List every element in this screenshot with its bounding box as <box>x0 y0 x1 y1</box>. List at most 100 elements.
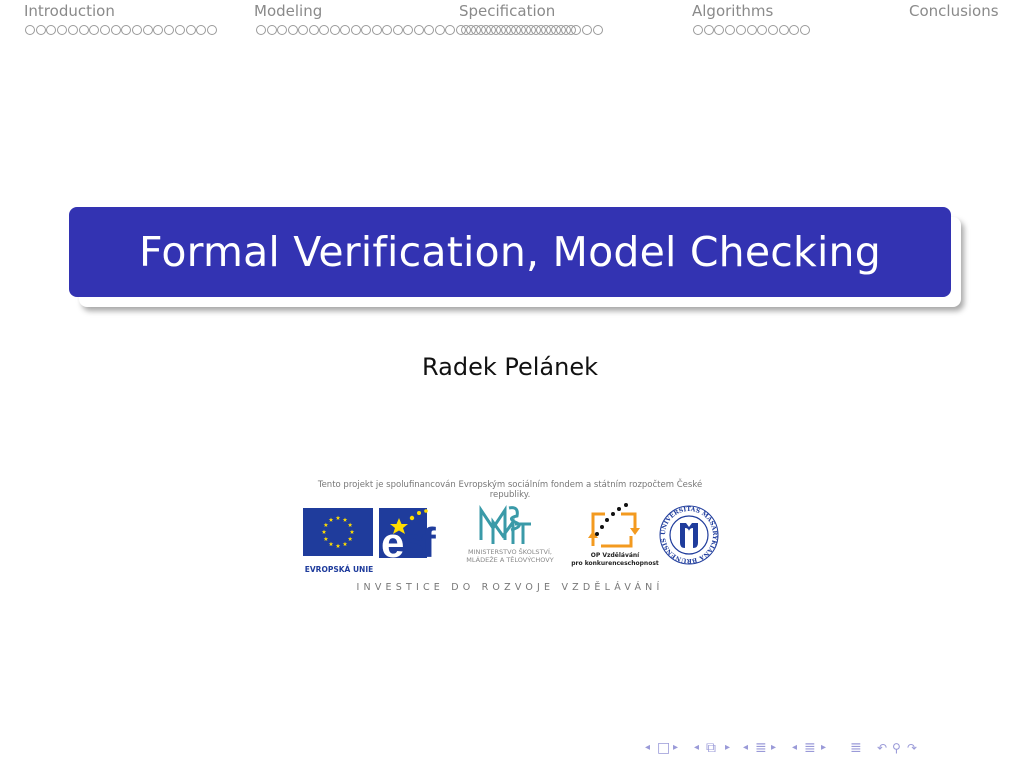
frame-dot[interactable] <box>132 25 142 35</box>
eu-star <box>342 541 348 547</box>
section-icon[interactable]: ≣ <box>804 738 816 758</box>
eu-stars-icon <box>321 515 355 548</box>
title-block: Formal Verification, Model Checking <box>69 207 951 297</box>
funding-statement: Tento projekt je spolufinancován Evropsk… <box>317 480 703 500</box>
frame-dot[interactable] <box>57 25 68 35</box>
msmt-logo: MINISTERSTVO ŠKOLSTVÍ, MLÁDEŽE A TĚLOVÝC… <box>449 502 569 568</box>
frame-dot[interactable] <box>121 25 132 35</box>
frame-dot[interactable] <box>164 25 175 35</box>
frame-dot[interactable] <box>99 25 110 35</box>
frame-dot[interactable] <box>287 25 298 35</box>
frame-dot[interactable] <box>693 25 703 35</box>
op-caption-line1: OP Vzdělávání <box>590 552 640 559</box>
frame-dot[interactable] <box>110 25 121 35</box>
frame-dot[interactable] <box>319 25 329 35</box>
eu-star <box>347 522 353 527</box>
frame-dot[interactable] <box>35 25 46 35</box>
frame-dot[interactable] <box>371 25 382 35</box>
op-caption: OP Vzdělávání pro konkurenceschopnost <box>571 552 659 568</box>
frame-dot[interactable] <box>350 25 361 35</box>
frame-dot[interactable] <box>308 25 319 35</box>
back-icon[interactable]: ↶ <box>877 738 887 758</box>
next-section-icon[interactable]: ▸ <box>821 738 826 758</box>
frame-dot[interactable] <box>153 25 164 35</box>
beamer-navigation-bar: ◂ □ ▸ ◂ ⧉ ▸ ◂ ≣ ▸ ◂ ≣ ▸ ≣ ↶ ⚲ ↷ <box>645 738 1015 758</box>
nav-section-specification[interactable]: Specification <box>459 2 555 20</box>
frame-dot[interactable] <box>67 25 78 35</box>
frame-dot[interactable] <box>266 25 277 35</box>
next-frame-icon[interactable]: ▸ <box>725 738 730 758</box>
nav-section-introduction[interactable]: Introduction <box>24 2 115 20</box>
frame-dot[interactable] <box>298 25 308 35</box>
eu-star <box>347 536 353 541</box>
eu-star <box>335 543 341 548</box>
frame-dot[interactable] <box>277 25 287 35</box>
eu-star <box>328 517 334 522</box>
prev-subsection-icon[interactable]: ◂ <box>743 738 748 758</box>
section-navigation: Introduction Modeling Specification Algo… <box>0 0 1020 40</box>
frame-dot[interactable] <box>185 25 196 35</box>
frame-dot[interactable] <box>340 25 350 35</box>
subsection-icon[interactable]: ≣ <box>755 738 767 758</box>
frame-dot[interactable] <box>582 25 592 35</box>
frame-dot[interactable] <box>361 25 371 35</box>
prev-frame-icon[interactable]: ◂ <box>694 738 699 758</box>
eu-caption: EVROPSKÁ UNIE <box>304 565 374 574</box>
frame-dot[interactable] <box>757 25 768 35</box>
frame-dot[interactable] <box>196 25 207 35</box>
eu-star <box>335 515 341 520</box>
frame-dot[interactable] <box>434 25 445 35</box>
esf-logo: esf <box>379 508 447 564</box>
search-icon[interactable]: ⚲ <box>892 738 901 758</box>
frame-dot[interactable] <box>382 25 392 35</box>
eu-star <box>349 529 355 534</box>
frame-icon[interactable]: ⧉ <box>706 738 716 758</box>
presentation-title: Formal Verification, Model Checking <box>139 228 881 276</box>
author-name: Radek Pelánek <box>421 353 598 381</box>
frame-dot[interactable] <box>46 25 57 35</box>
next-slide-icon[interactable]: ▸ <box>673 738 678 758</box>
frame-dot[interactable] <box>735 25 746 35</box>
frame-dot[interactable] <box>329 25 340 35</box>
frame-dot[interactable] <box>174 25 185 35</box>
document-icon[interactable]: ≣ <box>850 738 862 758</box>
title-box: Formal Verification, Model Checking <box>69 207 951 297</box>
frame-dot[interactable] <box>206 25 217 35</box>
frame-dot[interactable] <box>392 25 403 35</box>
prev-section-icon[interactable]: ◂ <box>792 738 797 758</box>
eu-star <box>323 522 329 527</box>
frame-dot[interactable] <box>746 25 757 35</box>
frame-dot[interactable] <box>789 25 800 35</box>
frame-dot[interactable] <box>413 25 424 35</box>
prev-slide-icon[interactable]: ◂ <box>645 738 650 758</box>
frame-dot[interactable] <box>89 25 100 35</box>
frame-dot[interactable] <box>78 25 89 35</box>
next-subsection-icon[interactable]: ▸ <box>771 738 776 758</box>
frame-dot[interactable] <box>256 25 266 35</box>
frame-dot[interactable] <box>800 25 810 35</box>
frame-dot[interactable] <box>778 25 789 35</box>
sponsor-logos: EVROPSKÁ UNIE esf MINISTERSTVO ŠKOLSTVÍ,… <box>303 500 723 574</box>
funding-slogan: INVESTICE DO ROZVOJE VZDĚLÁVÁNÍ <box>356 582 664 593</box>
frame-dot[interactable] <box>703 25 714 35</box>
esf-wordmark: esf <box>381 519 436 566</box>
msmt-caption-line2: MLÁDEŽE A TĚLOVÝCHOVY <box>466 556 554 564</box>
frame-dot[interactable] <box>714 25 725 35</box>
eu-star <box>321 529 327 534</box>
eu-flag-logo <box>303 508 373 556</box>
nav-section-modeling[interactable]: Modeling <box>254 2 322 20</box>
frame-dot[interactable] <box>445 25 455 35</box>
nav-section-conclusions[interactable]: Conclusions <box>909 2 999 20</box>
frame-dot[interactable] <box>571 25 581 35</box>
frame-dot[interactable] <box>767 25 778 35</box>
frame-dot[interactable] <box>725 25 736 35</box>
msmt-caption: MINISTERSTVO ŠKOLSTVÍ, MLÁDEŽE A TĚLOVÝC… <box>449 548 571 564</box>
frame-dot[interactable] <box>593 25 603 35</box>
forward-icon[interactable]: ↷ <box>907 738 917 758</box>
frame-dot[interactable] <box>142 25 153 35</box>
slide-icon[interactable]: □ <box>657 738 670 758</box>
frame-dot[interactable] <box>403 25 413 35</box>
frame-dot[interactable] <box>25 25 35 35</box>
nav-section-algorithms[interactable]: Algorithms <box>692 2 773 20</box>
frame-dot[interactable] <box>424 25 434 35</box>
